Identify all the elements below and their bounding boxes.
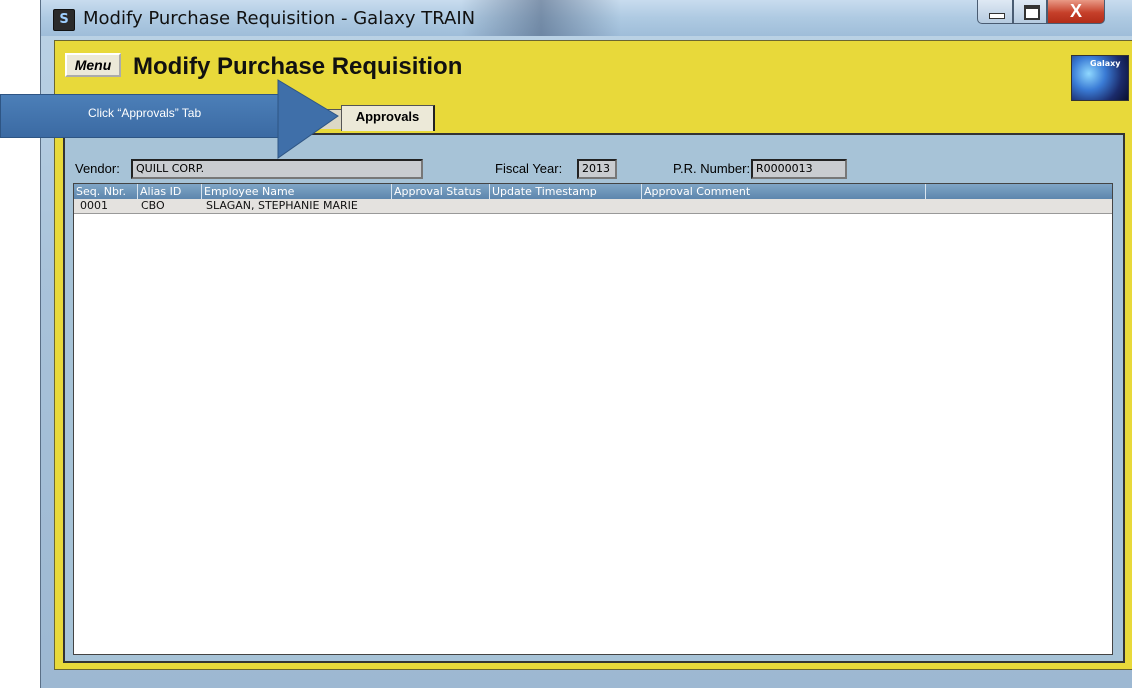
callout-arrow-icon: [277, 79, 339, 159]
callout-text: Click “Approvals” Tab: [88, 106, 202, 120]
